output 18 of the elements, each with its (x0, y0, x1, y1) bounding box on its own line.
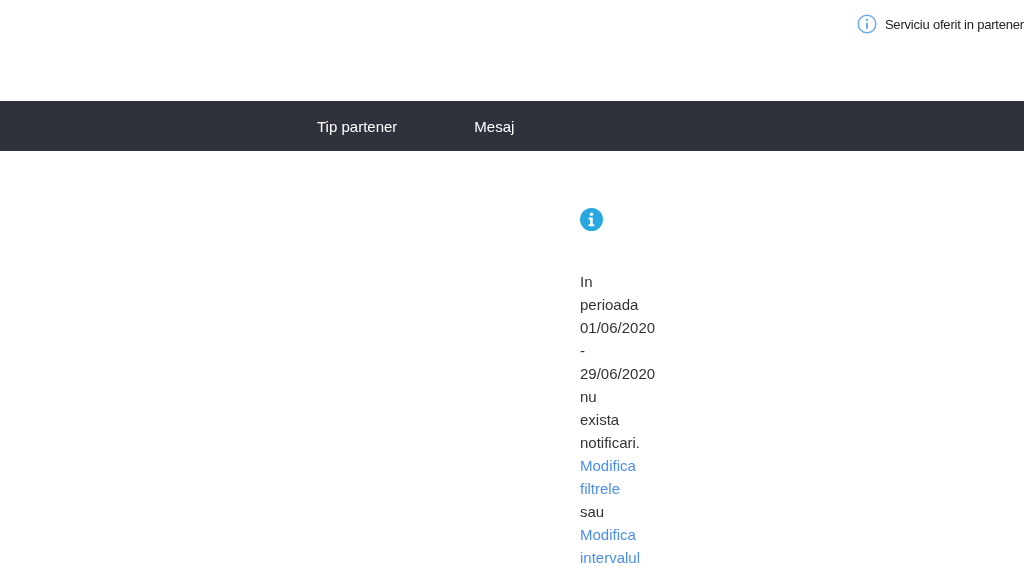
message-link[interactable]: intervalul (580, 546, 641, 569)
message-link[interactable]: filtrele (580, 477, 620, 500)
message-text: - (580, 341, 585, 361)
message-text: nu (580, 387, 597, 407)
message-text: In (580, 272, 593, 292)
message-link[interactable]: Modifica (580, 523, 636, 546)
message-text: 29/06/2020 (580, 364, 656, 384)
message-text: notificari. (580, 433, 641, 453)
message-link[interactable]: Modifica (580, 454, 636, 477)
message-text: sau (580, 502, 605, 522)
service-note: Serviciu oferit in partener (884, 16, 1024, 32)
nav-tab[interactable]: Tip partener (317, 117, 398, 135)
info-icon (856, 14, 877, 34)
message-text: 01/06/2020 (580, 318, 656, 338)
info-icon (580, 208, 603, 231)
nav-tab[interactable]: Mesaj (474, 117, 515, 135)
message-text: exista (580, 410, 620, 430)
message-text: perioada (580, 295, 639, 315)
